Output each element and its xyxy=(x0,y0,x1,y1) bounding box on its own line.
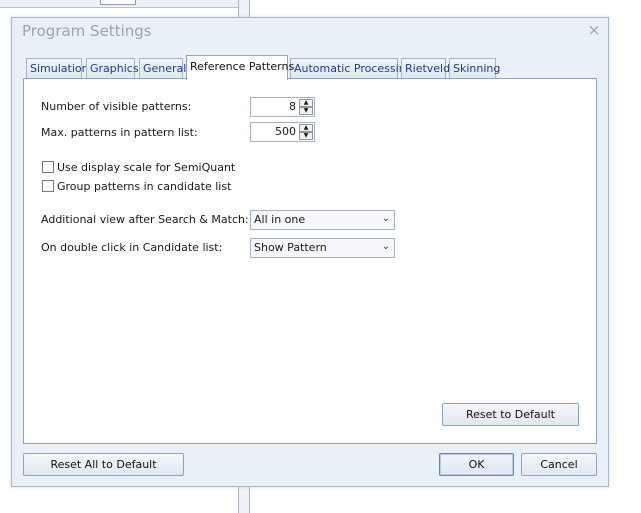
max-patterns-value: 500 xyxy=(275,125,296,138)
max-patterns-arrows: ▲ ▼ xyxy=(299,124,313,140)
reset-all-to-default-button[interactable]: Reset All to Default xyxy=(23,453,184,476)
additional-view-label: Additional view after Search & Match: xyxy=(41,213,249,226)
double-click-select[interactable]: Show Pattern ⌄ xyxy=(250,238,395,258)
max-patterns-label: Max. patterns in pattern list: xyxy=(41,126,198,139)
spin-up-icon[interactable]: ▲ xyxy=(299,99,313,107)
additional-view-value: All in one xyxy=(254,213,306,226)
dialog-title: Program Settings xyxy=(22,22,152,40)
background-toolbar xyxy=(0,0,238,8)
spin-up-icon[interactable]: ▲ xyxy=(299,124,313,132)
program-settings-dialog: Program Settings × Simulation Graphics G… xyxy=(11,17,609,487)
spin-down-icon[interactable]: ▼ xyxy=(299,107,313,115)
tab-automatic-processing[interactable]: Automatic Processing xyxy=(290,58,413,79)
double-click-value: Show Pattern xyxy=(254,241,327,254)
background-tab xyxy=(100,0,136,5)
visible-patterns-value: 8 xyxy=(289,100,296,113)
use-display-scale-checkbox[interactable] xyxy=(42,161,54,173)
group-patterns-checkbox[interactable] xyxy=(42,180,54,192)
ok-button[interactable]: OK xyxy=(439,453,514,476)
double-click-label: On double click in Candidate list: xyxy=(41,241,223,254)
additional-view-select[interactable]: All in one ⌄ xyxy=(250,210,395,230)
cancel-button[interactable]: Cancel xyxy=(521,453,597,476)
close-icon[interactable]: × xyxy=(586,22,602,38)
reference-patterns-panel: Number of visible patterns: 8 ▲ ▼ Max. p… xyxy=(23,78,597,444)
visible-patterns-label: Number of visible patterns: xyxy=(41,100,192,113)
spin-down-icon[interactable]: ▼ xyxy=(299,132,313,140)
use-display-scale-label: Use display scale for SemiQuant xyxy=(57,161,236,174)
tab-skinning[interactable]: Skinning xyxy=(449,58,500,79)
visible-patterns-arrows: ▲ ▼ xyxy=(299,99,313,115)
reset-to-default-button[interactable]: Reset to Default xyxy=(442,403,579,426)
title-bar: Program Settings × xyxy=(12,18,608,46)
group-patterns-label: Group patterns in candidate list xyxy=(57,180,232,193)
chevron-down-icon: ⌄ xyxy=(381,213,390,224)
tab-reference-patterns[interactable]: Reference Patterns xyxy=(186,55,294,80)
chevron-down-icon: ⌄ xyxy=(381,241,390,252)
tab-rietveld[interactable]: Rietveld xyxy=(401,58,450,79)
tab-simulation[interactable]: Simulation xyxy=(26,58,89,79)
tab-general[interactable]: General xyxy=(139,58,186,79)
max-patterns-stepper[interactable]: 500 ▲ ▼ xyxy=(250,122,315,142)
tab-graphics[interactable]: Graphics xyxy=(86,58,139,79)
visible-patterns-stepper[interactable]: 8 ▲ ▼ xyxy=(250,97,315,117)
